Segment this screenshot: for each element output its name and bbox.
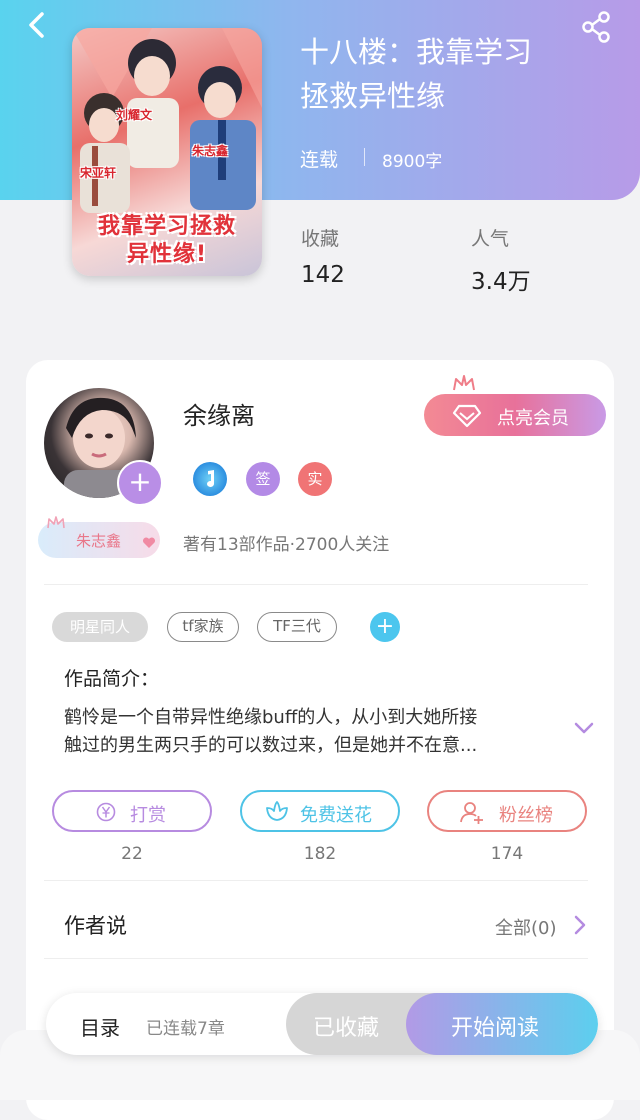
popularity-label: 人气 [471,228,510,250]
vip-membership-button[interactable]: 点亮会员 [424,394,606,436]
status-divider [364,148,365,166]
serial-progress: 已连载7章 [146,1019,225,1039]
chevron-left-icon [29,12,44,38]
diamond-icon [452,404,482,428]
verified-badge[interactable]: 实 [298,462,332,496]
fan-tag: 朱志鑫 [38,516,160,558]
intro-heading: 作品简介： [64,668,160,690]
fan-ranking-label: 粉丝榜 [499,805,553,826]
intro-line2: 触过的男生两只手的可以数过来，但是她并不在意... [64,735,478,756]
section-divider [44,958,588,959]
follow-author-button[interactable]: + [117,460,163,506]
author-says-heading: 作者说 [64,914,127,938]
word-count: 8900字 [382,152,443,172]
cover-name-2: 朱志鑫 [192,144,229,158]
book-title-line2: 拯救异性缘 [300,79,446,113]
tag-item[interactable]: TF三代 [257,612,337,642]
crown-icon [453,375,475,391]
cover-title-line2: 异性缘! [126,242,208,267]
signed-badge[interactable]: 签 [246,462,280,496]
send-flower-label: 免费送花 [300,805,372,826]
book-title-line1: 十八楼：我靠学习 [300,35,533,69]
mini-crown-icon [47,516,65,529]
vip-button-label: 点亮会员 [497,408,569,429]
author-meta: 著有13部作品·2700人关注 [183,535,390,555]
book-title: 十八楼：我靠学习 拯救异性缘 [300,30,600,118]
fan-ranking-count: 174 [490,844,524,864]
music-note-icon [207,470,214,487]
section-divider [44,880,588,881]
tag-item[interactable]: tf家族 [167,612,239,642]
add-tag-button[interactable]: + [370,612,400,642]
collected-label: 已收藏 [313,1016,380,1041]
tip-button[interactable]: 打赏 [52,790,212,832]
intro-text: 鹤怜是一个自带异性绝缘buff的人，从小到大她所接 触过的男生两只手的可以数过来… [64,704,564,760]
send-flower-button[interactable]: 免费送花 [240,790,400,832]
bottom-action-bar: 目录 已连载7章 已收藏 开始阅读 [46,993,598,1055]
favorites-label: 收藏 [301,228,340,250]
intro-line1: 鹤怜是一个自带异性绝缘buff的人，从小到大她所接 [64,707,478,728]
favorites-value: 142 [301,262,345,288]
flower-count: 182 [303,844,337,864]
yen-icon [96,802,116,822]
popularity-value: 3.4万 [471,269,531,295]
cover-name-1: 刘耀文 [116,108,153,122]
book-cover[interactable]: 刘耀文 朱志鑫 宋亚轩 我靠学习拯救 异性缘! [72,28,262,276]
back-button[interactable] [22,10,52,40]
chevron-down-icon[interactable] [573,720,595,736]
author-name[interactable]: 余缘离 [183,396,255,431]
fan-tag-label: 朱志鑫 [76,532,122,550]
chevron-right-icon[interactable] [572,914,588,936]
tip-count: 22 [121,844,143,864]
start-reading-button[interactable]: 开始阅读 [406,993,598,1055]
toc-button[interactable]: 目录 [80,1012,120,1041]
fan-ranking-button[interactable]: 粉丝榜 [427,790,587,832]
cover-name-3: 宋亚轩 [80,166,117,180]
tag-item[interactable]: 明星同人 [52,612,148,642]
heart-icon [142,537,156,548]
author-says-all-link[interactable]: 全部(0) [495,914,557,940]
music-badge[interactable] [193,462,227,496]
tip-button-label: 打赏 [130,805,166,826]
user-ranking-icon [460,802,483,824]
section-divider [44,584,588,585]
book-status: 连载 [300,149,339,171]
start-reading-label: 开始阅读 [451,1016,540,1041]
flower-icon [266,801,288,821]
